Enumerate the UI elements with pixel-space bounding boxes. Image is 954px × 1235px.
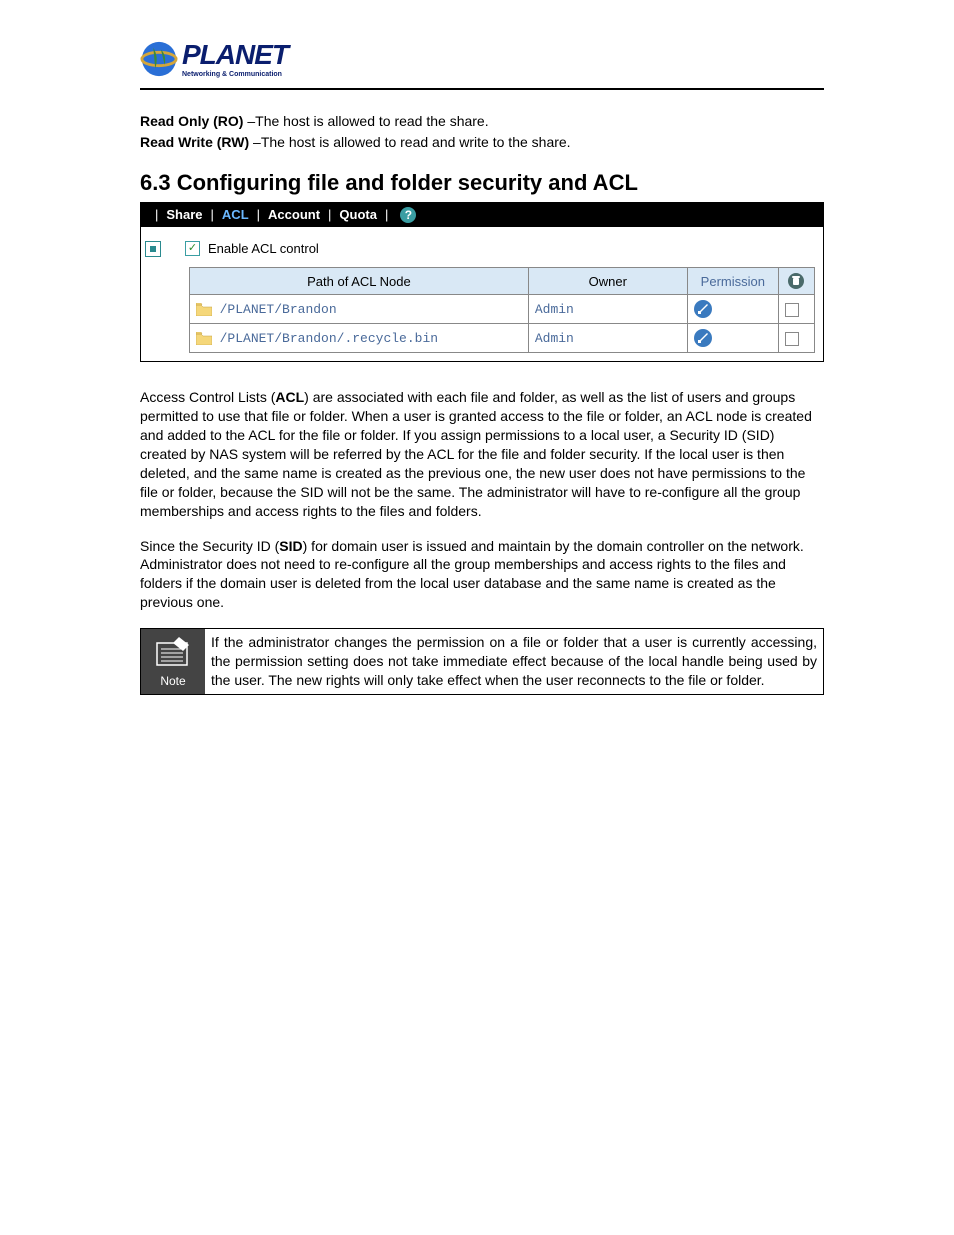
- table-row: /PLANET/Brandon/.recycle.bin Admin: [190, 324, 815, 353]
- table-row: /PLANET/Brandon Admin: [190, 295, 815, 324]
- tab-share[interactable]: Share: [166, 207, 202, 222]
- trash-icon[interactable]: [788, 273, 804, 289]
- globe-icon: [140, 40, 178, 78]
- tab-acl[interactable]: ACL: [222, 207, 249, 222]
- folder-icon: [196, 332, 212, 345]
- note-box: Note If the administrator changes the pe…: [140, 628, 824, 695]
- collapse-icon[interactable]: [145, 241, 161, 257]
- tab-quota[interactable]: Quota: [339, 207, 377, 222]
- section-heading: 6.3 Configuring file and folder security…: [140, 170, 824, 196]
- paragraph-sid: Since the Security ID (SID) for domain u…: [140, 537, 824, 613]
- acl-screenshot: | Share | ACL | Account | Quota | ? Enab…: [140, 202, 824, 363]
- row-checkbox[interactable]: [785, 303, 799, 317]
- note-label: Note: [147, 674, 199, 688]
- logo-text: PLANET: [182, 41, 288, 69]
- logo: PLANET Networking & Communication: [140, 40, 824, 78]
- enable-acl-checkbox[interactable]: [185, 241, 200, 256]
- col-owner: Owner: [528, 267, 687, 295]
- permission-icon[interactable]: [694, 300, 712, 318]
- tab-account[interactable]: Account: [268, 207, 320, 222]
- permission-icon[interactable]: [694, 329, 712, 347]
- note-text: If the administrator changes the permiss…: [205, 629, 824, 695]
- col-path: Path of ACL Node: [190, 267, 529, 295]
- folder-icon: [196, 303, 212, 316]
- intro-text: Read Only (RO) –The host is allowed to r…: [140, 112, 824, 152]
- acl-table: Path of ACL Node Owner Permission /PLANE…: [189, 267, 815, 354]
- tab-bar: | Share | ACL | Account | Quota | ?: [141, 203, 823, 227]
- paragraph-acl: Access Control Lists (ACL) are associate…: [140, 388, 824, 520]
- help-icon[interactable]: ?: [400, 207, 416, 223]
- header-divider: [140, 88, 824, 90]
- enable-acl-label: Enable ACL control: [208, 241, 319, 256]
- col-delete: [778, 267, 814, 295]
- logo-tagline: Networking & Communication: [182, 71, 288, 78]
- col-permission: Permission: [687, 267, 778, 295]
- note-icon: [151, 633, 195, 669]
- row-checkbox[interactable]: [785, 332, 799, 346]
